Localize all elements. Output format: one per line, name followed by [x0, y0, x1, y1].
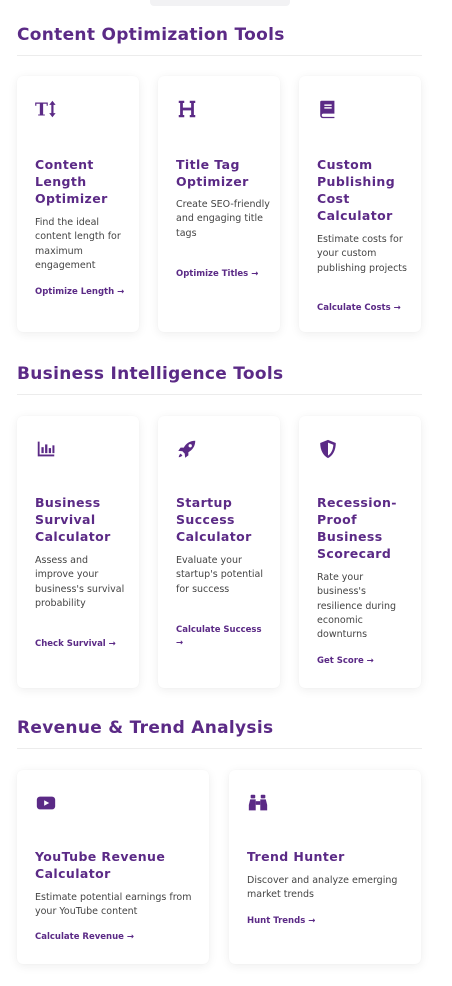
card-description: Estimate costs for your custom publishin… — [317, 234, 407, 274]
text-height-icon: T — [35, 98, 57, 120]
optimize-length-link[interactable]: Optimize Length → — [35, 286, 129, 299]
section-divider — [17, 394, 422, 395]
calculate-success-link[interactable]: Calculate Success → — [176, 624, 270, 650]
section-business-intelligence: Business Intelligence Tools — [17, 364, 422, 395]
tool-card-custom-publishing-cost-calculator[interactable]: Custom Publishing Cost Calculator Estima… — [299, 76, 421, 332]
card-description: Find the ideal content length for maximu… — [35, 217, 121, 271]
chart-bar-icon — [35, 438, 57, 460]
tool-card-startup-success-calculator[interactable]: Startup Success Calculator Evaluate your… — [158, 416, 280, 688]
svg-text:T: T — [35, 100, 48, 120]
section-title: Revenue & Trend Analysis — [17, 718, 274, 738]
youtube-icon — [35, 792, 57, 814]
get-score-link[interactable]: Get Score → — [317, 655, 411, 668]
card-description: Rate your business's resilience during e… — [317, 572, 397, 641]
check-survival-link[interactable]: Check Survival → — [35, 638, 129, 651]
section-title: Business Intelligence Tools — [17, 364, 284, 384]
card-description: Assess and improve your business's survi… — [35, 555, 125, 609]
tool-card-recession-proof-business-scorecard[interactable]: Recession-Proof Business Scorecard Rate … — [299, 416, 421, 688]
card-title: Title Tag Optimizer — [176, 157, 249, 189]
tool-card-title-tag-optimizer[interactable]: Title Tag Optimizer Create SEO-friendly … — [158, 76, 280, 332]
card-description: Discover and analyze emerging market tre… — [247, 875, 398, 901]
card-description: Estimate potential earnings from your Yo… — [35, 892, 192, 918]
section-content-optimization: Content Optimization Tools — [17, 25, 422, 56]
card-title: Custom Publishing Cost Calculator — [317, 157, 396, 223]
shield-icon — [317, 438, 339, 460]
tool-card-business-survival-calculator[interactable]: Business Survival Calculator Assess and … — [17, 416, 139, 688]
section-divider — [17, 748, 422, 749]
heading-icon — [176, 98, 198, 120]
book-icon — [317, 98, 339, 120]
tool-card-youtube-revenue-calculator[interactable]: YouTube Revenue Calculator Estimate pote… — [17, 770, 209, 964]
section-title: Content Optimization Tools — [17, 25, 285, 45]
card-title: Recession-Proof Business Scorecard — [317, 495, 397, 561]
card-title: Startup Success Calculator — [176, 495, 252, 544]
card-title: YouTube Revenue Calculator — [35, 849, 166, 881]
tool-card-trend-hunter[interactable]: Trend Hunter Discover and analyze emergi… — [229, 770, 421, 964]
calculate-costs-link[interactable]: Calculate Costs → — [317, 302, 411, 315]
section-divider — [17, 55, 422, 56]
card-description: Evaluate your startup's potential for su… — [176, 555, 264, 595]
card-title: Trend Hunter — [247, 849, 345, 864]
top-edge-strip — [150, 0, 290, 6]
calculate-revenue-link[interactable]: Calculate Revenue → — [35, 931, 199, 944]
binoculars-icon — [247, 792, 269, 814]
rocket-icon — [176, 438, 198, 460]
tool-card-content-length-optimizer[interactable]: T Content Length Optimizer Find the idea… — [17, 76, 139, 332]
card-title: Business Survival Calculator — [35, 495, 111, 544]
optimize-titles-link[interactable]: Optimize Titles → — [176, 268, 270, 281]
card-description: Create SEO-friendly and engaging title t… — [176, 199, 270, 239]
section-revenue-trend-analysis: Revenue & Trend Analysis — [17, 718, 422, 749]
hunt-trends-link[interactable]: Hunt Trends → — [247, 915, 411, 928]
card-title: Content Length Optimizer — [35, 157, 108, 206]
